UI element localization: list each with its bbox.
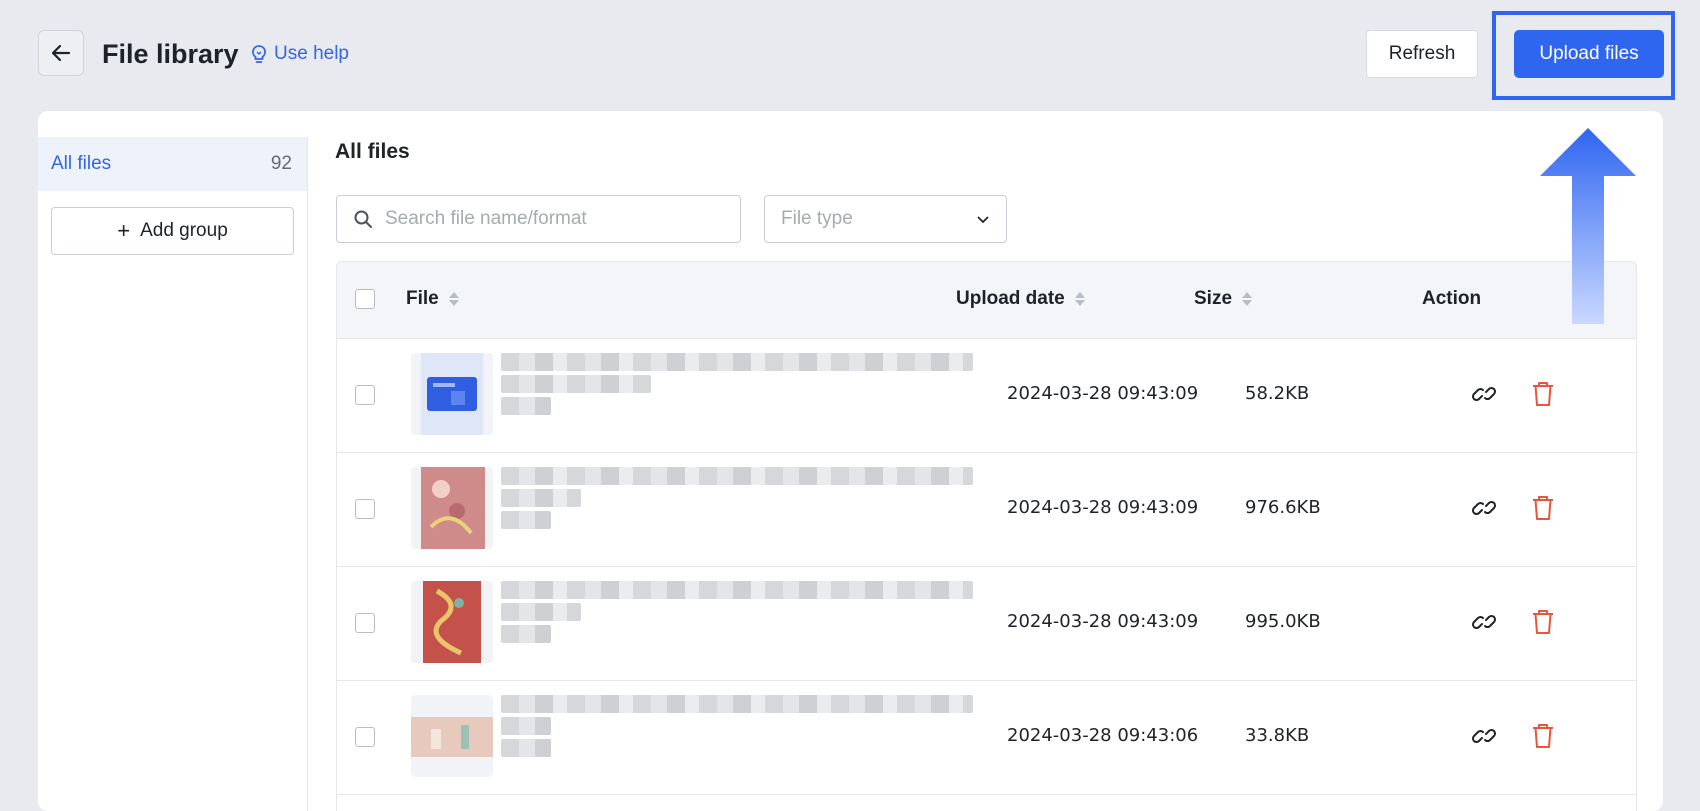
file-thumbnail[interactable] — [411, 353, 493, 435]
file-thumbnail[interactable] — [411, 581, 493, 663]
upload-files-button[interactable]: Upload files — [1514, 30, 1664, 78]
column-upload-date[interactable]: Upload date — [956, 288, 1085, 310]
upload-date-cell: 2024-03-28 09:43:09 — [1007, 497, 1199, 518]
column-action: Action — [1422, 288, 1481, 310]
sidebar-item-count: 92 — [270, 153, 292, 174]
back-button[interactable] — [38, 30, 84, 76]
column-size[interactable]: Size — [1194, 288, 1253, 310]
upload-date-cell: 2024-03-28 09:43:09 — [1007, 611, 1199, 632]
trash-icon[interactable] — [1531, 609, 1555, 635]
top-bar: File library Use help Refresh Upload fil… — [38, 11, 1675, 100]
search-field[interactable] — [336, 195, 741, 243]
file-library-card: All files 92 + Add group All files File … — [38, 111, 1663, 811]
link-icon[interactable] — [1471, 381, 1497, 407]
arrow-left-icon — [51, 44, 71, 62]
up-arrow-icon — [1540, 128, 1636, 324]
trash-icon[interactable] — [1531, 723, 1555, 749]
refresh-button[interactable]: Refresh — [1366, 30, 1478, 78]
select-all-checkbox[interactable] — [355, 289, 375, 309]
row-checkbox[interactable] — [355, 499, 375, 519]
table-row: 2024-03-28 09:43:09 976.6KB — [337, 453, 1636, 567]
column-action-label: Action — [1422, 288, 1482, 309]
link-icon[interactable] — [1471, 609, 1497, 635]
upload-date-cell: 2024-03-28 09:43:09 — [1007, 383, 1199, 404]
file-list-panel: All files File type File Uploa — [335, 137, 1637, 811]
search-input[interactable] — [383, 207, 717, 231]
size-cell: 58.2KB — [1245, 383, 1310, 404]
trash-icon[interactable] — [1531, 495, 1555, 521]
file-name-redacted — [501, 467, 973, 549]
row-checkbox[interactable] — [355, 613, 375, 633]
add-group-label: Add group — [140, 220, 228, 241]
link-icon[interactable] — [1471, 495, 1497, 521]
link-icon[interactable] — [1471, 723, 1497, 749]
file-name-redacted — [501, 353, 973, 435]
row-checkbox[interactable] — [355, 727, 375, 747]
column-file-label: File — [406, 288, 439, 309]
page-title: File library — [102, 39, 239, 69]
file-name-redacted — [501, 695, 973, 777]
use-help-link[interactable]: Use help — [250, 43, 349, 65]
group-sidebar: All files 92 + Add group — [38, 137, 308, 811]
add-group-button[interactable]: + Add group — [51, 207, 294, 255]
sort-icon — [1242, 292, 1253, 306]
use-help-label: Use help — [274, 43, 349, 64]
column-upload-date-label: Upload date — [956, 288, 1065, 309]
sidebar-item-label: All files — [51, 153, 112, 174]
file-table: File Upload date Size Action 2024-03-28 … — [336, 261, 1637, 811]
section-title: All files — [335, 140, 410, 163]
file-type-placeholder: File type — [781, 208, 853, 229]
file-name-redacted — [501, 581, 973, 663]
table-header: File Upload date Size Action — [337, 262, 1636, 339]
column-size-label: Size — [1194, 288, 1233, 309]
size-cell: 33.8KB — [1245, 725, 1310, 746]
sort-icon — [1074, 292, 1085, 306]
column-file[interactable]: File — [406, 288, 459, 310]
table-row: 2024-03-28 09:43:09 995.0KB — [337, 567, 1636, 681]
size-cell: 976.6KB — [1245, 497, 1321, 518]
upload-date-cell: 2024-03-28 09:43:06 — [1007, 725, 1199, 746]
plus-icon: + — [117, 218, 131, 243]
table-row: 2024-03-28 09:43:06 33.8KB — [337, 681, 1636, 795]
file-thumbnail[interactable] — [411, 695, 493, 777]
table-row: 2024-03-28 09:43:09 58.2KB — [337, 339, 1636, 453]
chevron-down-icon — [977, 216, 989, 224]
row-checkbox[interactable] — [355, 385, 375, 405]
sort-icon — [448, 292, 459, 306]
trash-icon[interactable] — [1531, 381, 1555, 407]
lightbulb-icon — [252, 45, 266, 63]
sidebar-item-all-files[interactable]: All files 92 — [38, 137, 307, 191]
search-icon — [354, 210, 372, 228]
file-thumbnail[interactable] — [411, 467, 493, 549]
file-type-select[interactable]: File type — [764, 195, 1007, 243]
size-cell: 995.0KB — [1245, 611, 1321, 632]
